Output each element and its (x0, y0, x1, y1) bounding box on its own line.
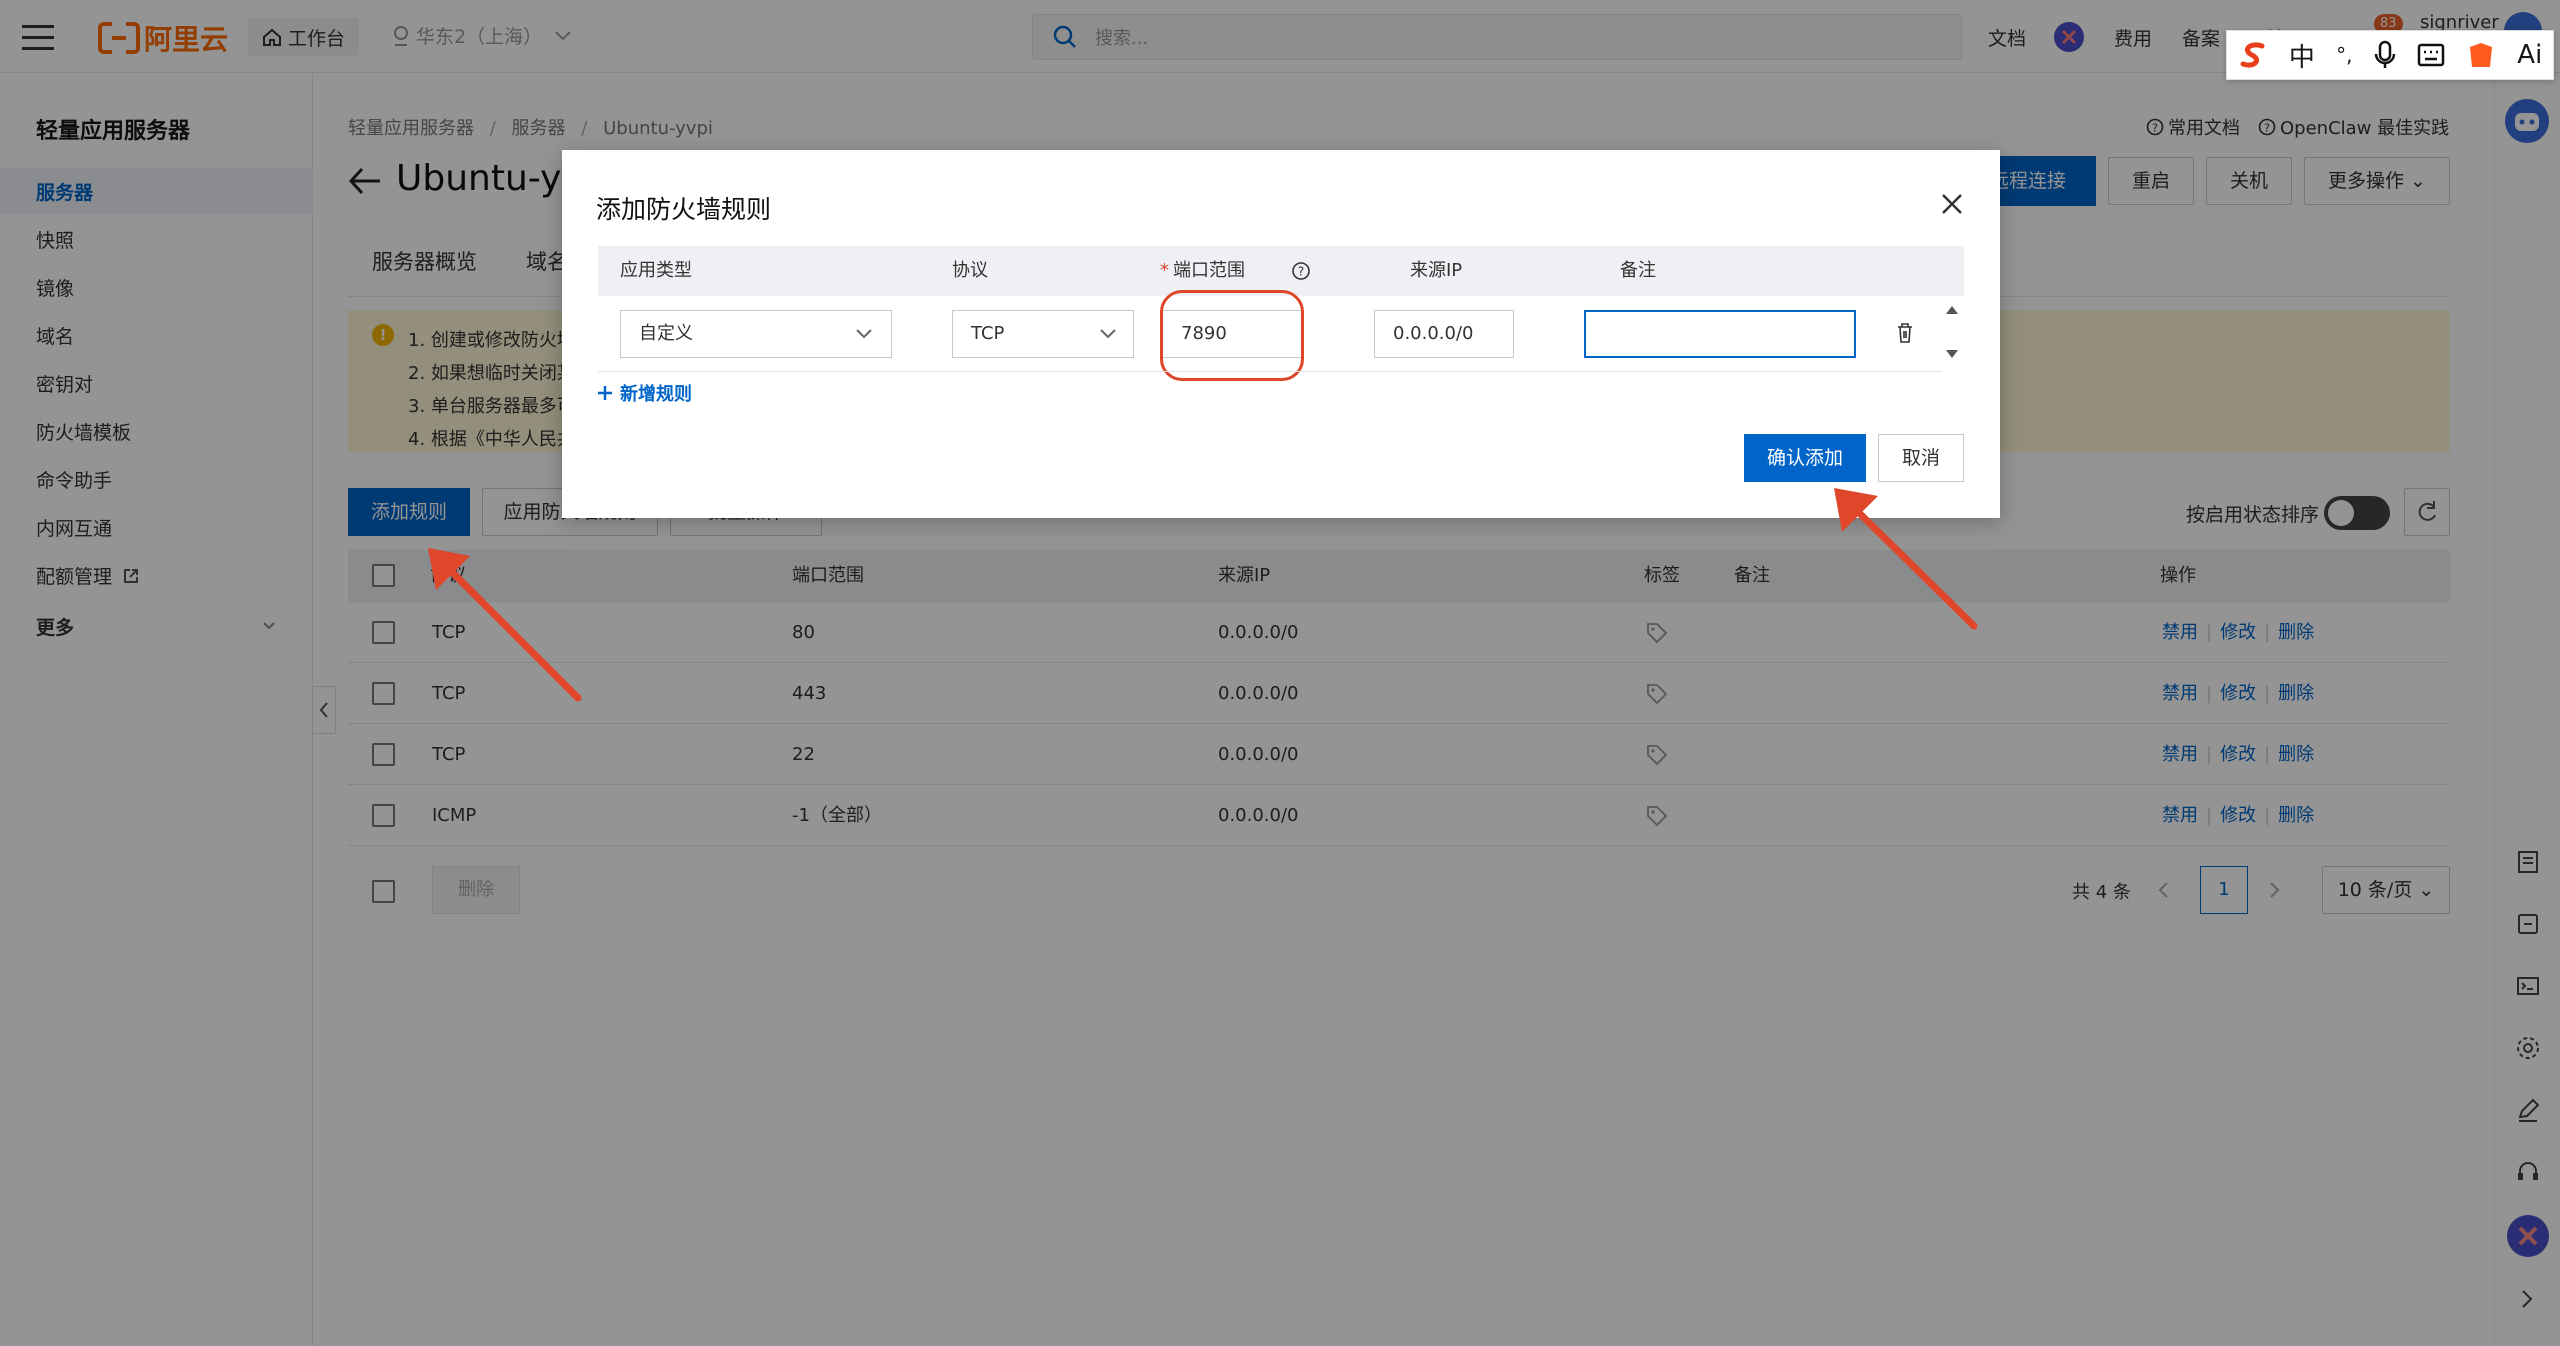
microphone-icon[interactable] (2374, 40, 2396, 70)
ime-ai[interactable]: Ai (2517, 40, 2542, 70)
keyboard-icon[interactable] (2417, 43, 2445, 67)
ime-toolbar[interactable]: 中 °, Ai (2226, 30, 2554, 80)
skin-icon[interactable] (2466, 41, 2496, 69)
ime-punct[interactable]: °, (2336, 43, 2352, 67)
arrow-to-add-rule (428, 548, 582, 702)
ime-mode-zh[interactable]: 中 (2289, 37, 2315, 74)
arrow-to-confirm (1834, 488, 1978, 630)
annotation-arrows (428, 488, 1978, 702)
sogou-logo-icon (2240, 42, 2265, 68)
